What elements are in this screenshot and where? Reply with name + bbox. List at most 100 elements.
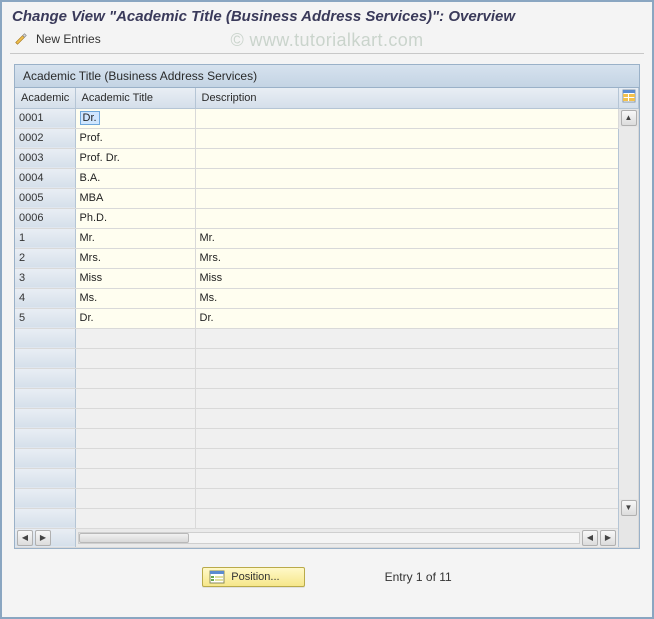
- scroll-left2-button[interactable]: ◀: [582, 530, 598, 546]
- cell-title[interactable]: [75, 488, 195, 508]
- table-settings-button[interactable]: [619, 88, 639, 108]
- cell-desc[interactable]: Mr.: [195, 228, 619, 248]
- cell-title[interactable]: Dr.: [75, 108, 195, 128]
- cell-code[interactable]: [15, 508, 75, 528]
- cell-title[interactable]: Ph.D.: [75, 208, 195, 228]
- cell-desc[interactable]: [195, 508, 619, 528]
- table-row[interactable]: 4Ms.Ms.: [15, 288, 639, 308]
- scroll-down-button[interactable]: ▼: [621, 500, 637, 516]
- cell-code[interactable]: 0004: [15, 168, 75, 188]
- cell-title[interactable]: [75, 428, 195, 448]
- cell-code[interactable]: 2: [15, 248, 75, 268]
- cell-code[interactable]: [15, 328, 75, 348]
- cell-desc[interactable]: [195, 448, 619, 468]
- table-row[interactable]: 0003Prof. Dr.: [15, 148, 639, 168]
- table-row[interactable]: 0004B.A.: [15, 168, 639, 188]
- cell-title[interactable]: [75, 448, 195, 468]
- table-row[interactable]: 0006Ph.D.: [15, 208, 639, 228]
- table-row-empty[interactable]: [15, 408, 639, 428]
- table-row[interactable]: 0005MBA: [15, 188, 639, 208]
- scroll-right2-button[interactable]: ▶: [600, 530, 616, 546]
- hscroll-thumb[interactable]: [79, 533, 189, 543]
- cell-code[interactable]: 0003: [15, 148, 75, 168]
- cell-title[interactable]: [75, 328, 195, 348]
- col-header-desc[interactable]: Description: [195, 88, 619, 108]
- cell-desc[interactable]: [195, 428, 619, 448]
- cell-title[interactable]: Mr.: [75, 228, 195, 248]
- cell-desc[interactable]: [195, 188, 619, 208]
- cell-code[interactable]: 1: [15, 228, 75, 248]
- cell-title[interactable]: [75, 468, 195, 488]
- cell-desc[interactable]: [195, 368, 619, 388]
- position-button[interactable]: Position...: [202, 567, 304, 587]
- col-header-title[interactable]: Academic Title: [75, 88, 195, 108]
- cell-title[interactable]: Miss: [75, 268, 195, 288]
- table-row-empty[interactable]: [15, 468, 639, 488]
- vscroll-track[interactable]: [619, 127, 638, 499]
- cell-desc[interactable]: Ms.: [195, 288, 619, 308]
- cell-code[interactable]: 3: [15, 268, 75, 288]
- table-row-empty[interactable]: [15, 428, 639, 448]
- cell-title[interactable]: Prof.: [75, 128, 195, 148]
- cell-code[interactable]: [15, 428, 75, 448]
- cell-code[interactable]: [15, 408, 75, 428]
- cell-code[interactable]: 4: [15, 288, 75, 308]
- cell-title[interactable]: B.A.: [75, 168, 195, 188]
- cell-title[interactable]: MBA: [75, 188, 195, 208]
- table-row-empty[interactable]: [15, 388, 639, 408]
- table-row-empty[interactable]: [15, 348, 639, 368]
- scroll-left-button[interactable]: ◀: [17, 530, 33, 546]
- cell-title[interactable]: [75, 508, 195, 528]
- cell-code[interactable]: [15, 368, 75, 388]
- cell-desc[interactable]: [195, 328, 619, 348]
- cell-desc[interactable]: [195, 108, 619, 128]
- hscroll-track[interactable]: [78, 532, 581, 544]
- cell-code[interactable]: 0005: [15, 188, 75, 208]
- cell-code[interactable]: [15, 388, 75, 408]
- cell-desc[interactable]: [195, 488, 619, 508]
- table-row-empty[interactable]: [15, 368, 639, 388]
- cell-desc[interactable]: [195, 128, 619, 148]
- col-header-code[interactable]: Academic: [15, 88, 75, 108]
- cell-code[interactable]: 0001: [15, 108, 75, 128]
- table-row[interactable]: 0002Prof.: [15, 128, 639, 148]
- cell-title[interactable]: [75, 388, 195, 408]
- cell-code[interactable]: 5: [15, 308, 75, 328]
- cell-title[interactable]: Ms.: [75, 288, 195, 308]
- cell-desc[interactable]: [195, 408, 619, 428]
- cell-desc[interactable]: Dr.: [195, 308, 619, 328]
- table-row-empty[interactable]: [15, 508, 639, 528]
- table-row-empty[interactable]: [15, 328, 639, 348]
- cell-code[interactable]: [15, 448, 75, 468]
- table-row-empty[interactable]: [15, 448, 639, 468]
- table-row-empty[interactable]: [15, 488, 639, 508]
- cell-code[interactable]: [15, 468, 75, 488]
- scroll-right-button[interactable]: ▶: [35, 530, 51, 546]
- cell-desc[interactable]: [195, 168, 619, 188]
- table-row[interactable]: 0001Dr.▲▼: [15, 108, 639, 128]
- vscroll-area[interactable]: ▲▼: [619, 108, 639, 547]
- cell-title[interactable]: Mrs.: [75, 248, 195, 268]
- cell-title[interactable]: [75, 348, 195, 368]
- cell-desc[interactable]: Mrs.: [195, 248, 619, 268]
- scroll-up-button[interactable]: ▲: [621, 110, 637, 126]
- cell-title[interactable]: Dr.: [75, 308, 195, 328]
- pencil-ruler-icon[interactable]: [12, 31, 30, 47]
- cell-title[interactable]: [75, 368, 195, 388]
- cell-desc[interactable]: [195, 468, 619, 488]
- cell-code[interactable]: 0002: [15, 128, 75, 148]
- new-entries-button[interactable]: New Entries: [36, 32, 101, 46]
- cell-title[interactable]: Prof. Dr.: [75, 148, 195, 168]
- cell-desc[interactable]: [195, 348, 619, 368]
- cell-code[interactable]: [15, 348, 75, 368]
- cell-desc[interactable]: [195, 148, 619, 168]
- cell-code[interactable]: 0006: [15, 208, 75, 228]
- table-row[interactable]: 2Mrs.Mrs.: [15, 248, 639, 268]
- cell-desc[interactable]: Miss: [195, 268, 619, 288]
- table-row[interactable]: 1Mr.Mr.: [15, 228, 639, 248]
- cell-desc[interactable]: [195, 388, 619, 408]
- cell-title[interactable]: [75, 408, 195, 428]
- table-row[interactable]: 3MissMiss: [15, 268, 639, 288]
- table-row[interactable]: 5Dr.Dr.: [15, 308, 639, 328]
- cell-desc[interactable]: [195, 208, 619, 228]
